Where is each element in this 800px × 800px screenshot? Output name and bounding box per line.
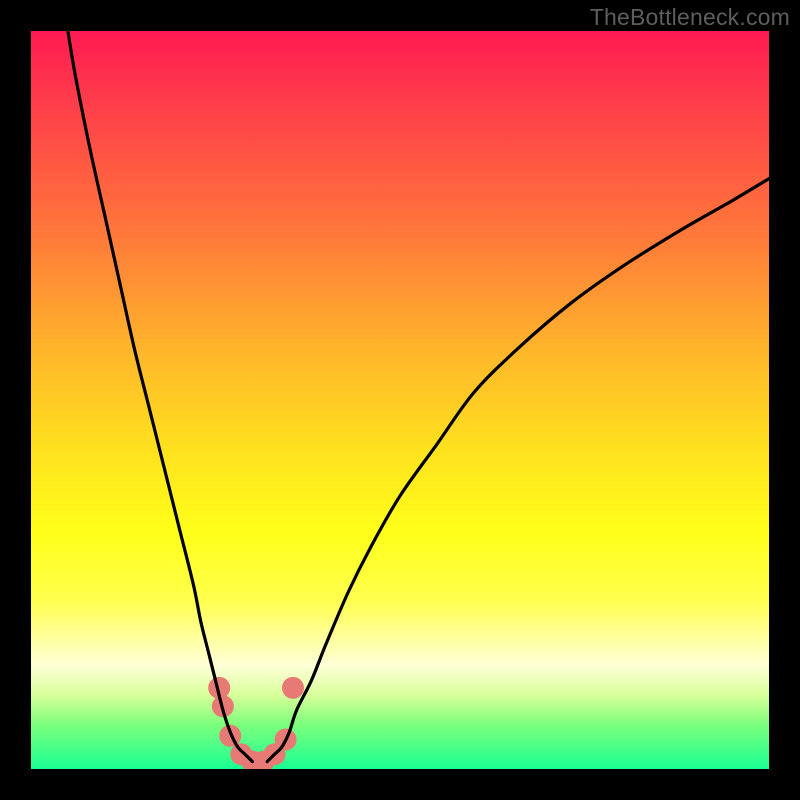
curve-left-branch [68, 31, 253, 762]
marker-layer [208, 677, 304, 769]
watermark-text: TheBottleneck.com [590, 4, 790, 31]
plot-area [31, 31, 769, 769]
curve-marker [282, 677, 304, 699]
curve-right-branch [267, 179, 769, 762]
chart-frame: TheBottleneck.com [0, 0, 800, 800]
bottleneck-curve [31, 31, 769, 769]
